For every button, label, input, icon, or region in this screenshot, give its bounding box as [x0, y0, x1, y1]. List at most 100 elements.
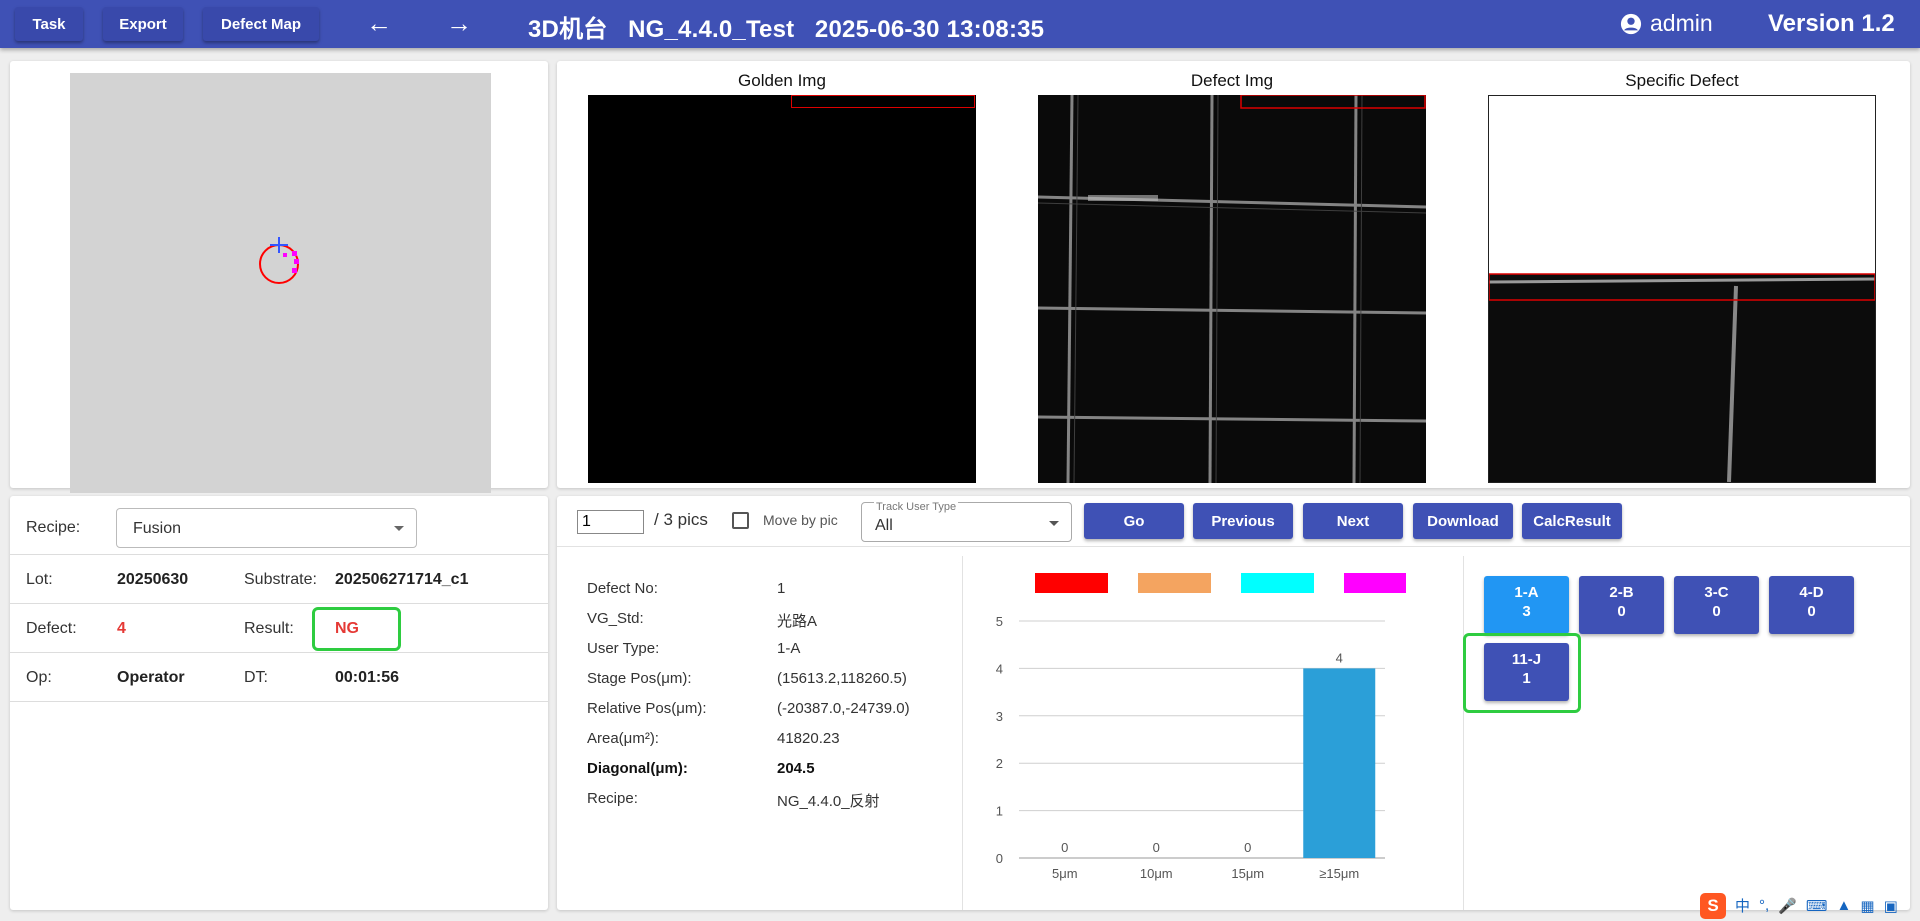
y-tick-label: 0 — [996, 851, 1003, 866]
data-label: 0 — [1153, 840, 1160, 855]
legend-swatch — [1241, 573, 1314, 593]
previous-button[interactable]: Previous — [1193, 503, 1293, 539]
detail-label: Area(μm²): — [587, 730, 659, 747]
x-tick-label: ≥15μm — [1319, 866, 1359, 881]
ime-tray: S 中 °, 🎤 ⌨ ▲ ▦ ▣ — [1700, 890, 1920, 921]
detail-row: Diagonal(μm): 204.5 — [587, 760, 815, 777]
detail-label: Diagonal(μm): — [587, 760, 688, 777]
user-menu[interactable]: admin — [1620, 10, 1713, 37]
recipe-label: Recipe: — [26, 519, 81, 536]
user-type-name: 4-D — [1799, 584, 1824, 601]
ime-mode-label[interactable]: 中 — [1735, 895, 1750, 916]
user-type-count: 0 — [1712, 603, 1721, 620]
bar — [1303, 668, 1376, 858]
golden-image-caption: Golden Img — [738, 71, 826, 90]
substrate-label: Substrate: — [244, 571, 317, 588]
user-type-count: 0 — [1807, 603, 1816, 620]
user-type-button[interactable]: 4-D 0 — [1769, 576, 1854, 634]
detail-label: Recipe: — [587, 790, 638, 807]
golden-roi-box — [791, 95, 975, 108]
detail-value: 41820.23 — [777, 730, 840, 747]
user-type-name: 2-B — [1609, 584, 1634, 601]
golden-image[interactable] — [588, 95, 976, 483]
user-type-count: 3 — [1522, 603, 1531, 620]
specific-defect-image[interactable] — [1488, 95, 1876, 483]
detail-value: (-20387.0,-24739.0) — [777, 700, 910, 717]
keyboard-icon[interactable]: ⌨ — [1806, 897, 1828, 915]
mic-icon[interactable]: 🎤 — [1778, 897, 1797, 915]
legend-swatch — [1344, 573, 1406, 593]
shirt-icon[interactable]: ▲ — [1837, 897, 1852, 914]
track-user-type-select[interactable]: Track User Type All — [861, 501, 1072, 542]
track-user-type-value: All — [875, 517, 893, 534]
export-button[interactable]: Export — [103, 7, 183, 41]
y-tick-label: 5 — [996, 614, 1003, 629]
lot-value: 20250630 — [117, 571, 189, 588]
defect-size-chart: 0 1 2 3 4 5 0 5μm 0 10μm 0 15μm 4 ≥15μm — [996, 573, 1406, 881]
user-type-button[interactable]: 3-C 0 — [1674, 576, 1759, 634]
arrow-left-icon[interactable]: ← — [361, 7, 397, 41]
task-button[interactable]: Task — [15, 7, 83, 41]
calc-result-button[interactable]: CalcResult — [1522, 503, 1622, 539]
defect-image[interactable] — [1038, 95, 1426, 483]
punctuation-icon[interactable]: °, — [1759, 897, 1769, 914]
dt-label: DT: — [244, 669, 268, 686]
user-type-name: 1-A — [1514, 584, 1539, 601]
wafer-map[interactable] — [70, 73, 491, 493]
detail-label: User Type: — [587, 640, 660, 657]
wafer-map-card — [10, 61, 548, 493]
defect-image-caption: Defect Img — [1190, 71, 1274, 90]
detail-label: Stage Pos(μm): — [587, 670, 692, 687]
page-total: / 3 pics — [654, 510, 708, 529]
page-number-input[interactable] — [577, 510, 644, 534]
user-type-count: 0 — [1617, 603, 1626, 620]
page-title: 3D机台 NG_4.4.0_Test 2025-06-30 13:08:35 — [528, 16, 1045, 43]
defect-label: Defect: — [26, 620, 77, 637]
toolbar-divider — [557, 546, 1910, 547]
app-bar: Task Export Defect Map ← → 3D机台 NG_4.4.0… — [0, 0, 1920, 48]
download-button[interactable]: Download — [1413, 503, 1513, 539]
specific-defect-panel: Specific Defect — [1488, 71, 1876, 483]
move-by-pic-label: Move by pic — [763, 512, 838, 528]
result-value: NG — [335, 620, 359, 637]
data-label: 0 — [1061, 840, 1068, 855]
arrow-right-icon[interactable]: → — [441, 7, 477, 41]
detail-label: VG_Std: — [587, 610, 644, 627]
go-button[interactable]: Go — [1084, 503, 1184, 539]
y-tick-label: 4 — [996, 661, 1003, 676]
op-value: Operator — [117, 669, 185, 686]
sogou-s-icon[interactable]: S — [1700, 892, 1726, 919]
detail-row: Stage Pos(μm): (15613.2,118260.5) — [587, 670, 907, 687]
y-tick-label: 2 — [996, 756, 1003, 771]
toolbox-icon[interactable]: ▣ — [1884, 897, 1898, 915]
detail-value: 1 — [777, 580, 786, 597]
x-tick-label: 5μm — [1052, 866, 1078, 881]
result-label: Result: — [244, 620, 294, 637]
user-name: admin — [1650, 10, 1713, 36]
detail-label: Defect No: — [587, 580, 658, 597]
detail-row: Relative Pos(μm): (-20387.0,-24739.0) — [587, 700, 910, 717]
detail-value: 光路A — [777, 613, 818, 630]
op-label: Op: — [26, 669, 52, 686]
detail-row: User Type: 1-A — [587, 640, 800, 657]
wafer-outline — [259, 237, 299, 284]
op-row: Op: Operator DT: 00:01:56 — [10, 653, 548, 702]
lot-row: Lot: 20250630 Substrate: 202506271714_c1 — [10, 555, 548, 604]
next-button[interactable]: Next — [1303, 503, 1403, 539]
golden-image-panel: Golden Img — [588, 71, 976, 483]
recipe-select[interactable]: Fusion — [116, 508, 417, 548]
user-type-highlight-box — [1463, 633, 1581, 713]
detail-label: Relative Pos(μm): — [587, 700, 707, 717]
version-label: Version 1.2 — [1768, 10, 1895, 37]
recipe-row: Recipe: Fusion — [10, 496, 548, 555]
move-by-pic-checkbox[interactable] — [732, 512, 749, 529]
user-type-button[interactable]: 1-A 3 — [1484, 576, 1569, 634]
legend-swatch — [1138, 573, 1211, 593]
track-user-type-label: Track User Type — [874, 501, 959, 513]
grid-icon[interactable]: ▦ — [1860, 897, 1874, 915]
y-tick-label: 3 — [996, 709, 1003, 724]
user-type-button[interactable]: 2-B 0 — [1579, 576, 1664, 634]
defect-image-panel: Defect Img — [1038, 71, 1426, 483]
detail-value: NG_4.4.0_反射 — [777, 793, 880, 810]
defect-map-button[interactable]: Defect Map — [203, 7, 319, 41]
